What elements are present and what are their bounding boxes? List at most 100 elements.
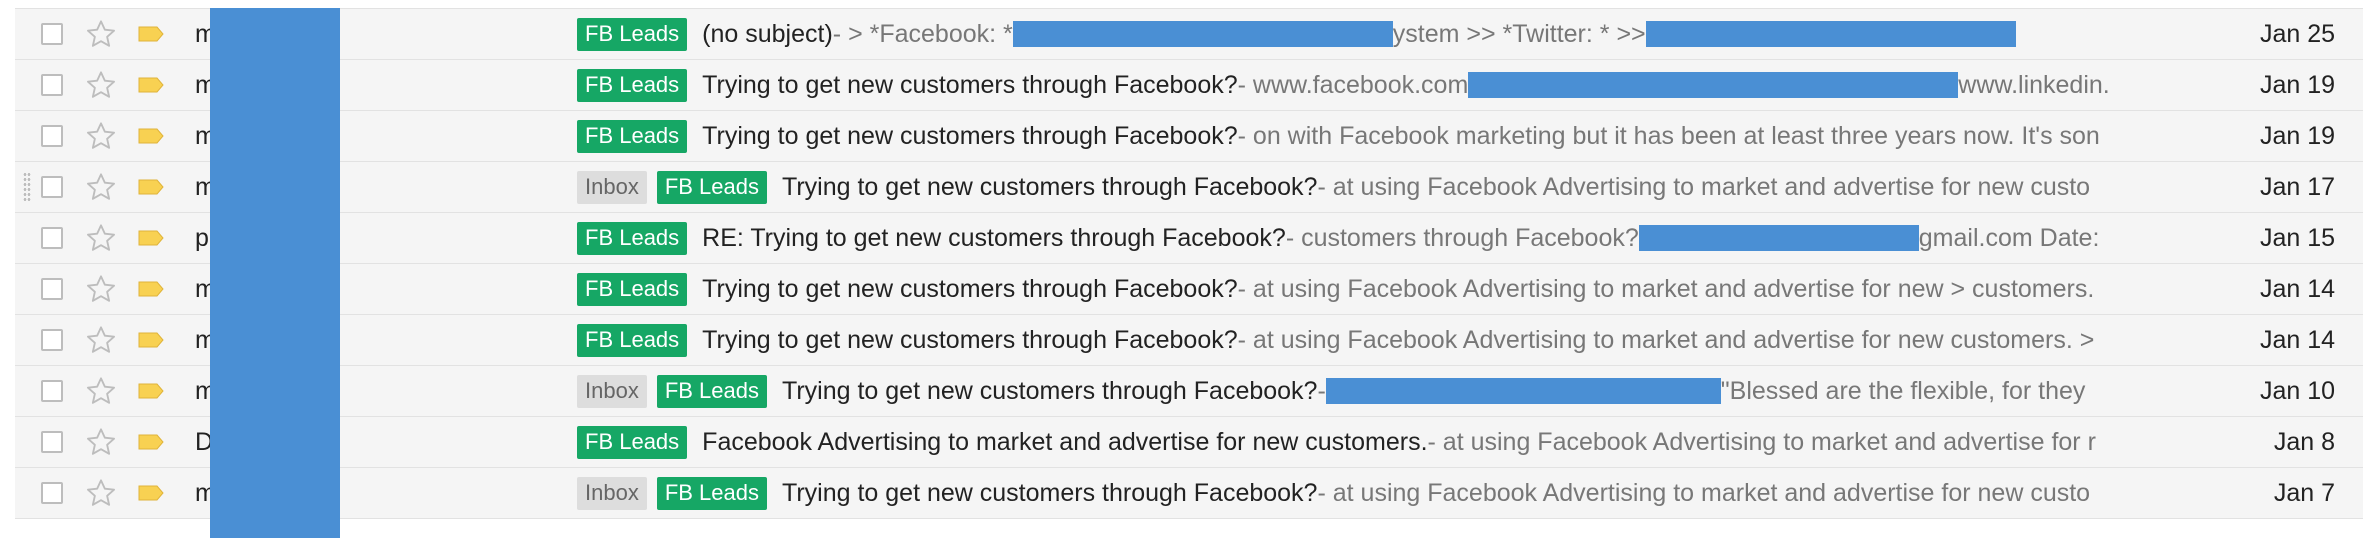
drag-handle (23, 468, 31, 518)
importance-marker-icon (138, 128, 164, 144)
fb-leads-label[interactable]: FB Leads (656, 170, 767, 204)
email-snippet-continued: gmail.com Date: (1918, 223, 2100, 252)
checkbox-icon[interactable] (41, 227, 63, 249)
email-snippet: - at using Facebook Advertising to marke… (1237, 274, 2095, 303)
importance-marker[interactable] (137, 417, 171, 467)
email-snippet: - at using Facebook Advertising to marke… (1237, 325, 2095, 354)
email-snippet: - on with Facebook marketing but it has … (1237, 121, 2100, 150)
sender-redaction (210, 8, 340, 538)
row-checkbox[interactable] (41, 162, 71, 212)
importance-marker[interactable] (137, 60, 171, 110)
importance-marker-icon (138, 485, 164, 501)
subject-line[interactable]: FB Leads Facebook Advertising to market a… (577, 417, 2167, 467)
star-button[interactable] (85, 213, 123, 263)
star-icon (87, 326, 115, 353)
checkbox-icon[interactable] (41, 431, 63, 453)
fb-leads-label[interactable]: FB Leads (577, 323, 688, 357)
fb-leads-label[interactable]: FB Leads (577, 68, 688, 102)
email-subject: Trying to get new customers through Face… (702, 325, 1238, 354)
subject-line[interactable]: Inbox FB Leads Trying to get new customers… (577, 468, 2167, 518)
subject-line[interactable]: Inbox FB Leads Trying to get new customers… (577, 162, 2167, 212)
email-date: Jan 17 (2259, 172, 2335, 201)
star-button[interactable] (85, 111, 123, 161)
email-row[interactable]: p 2)FB LeadsRE: Trying to get new custom… (15, 213, 2363, 264)
redaction-block (1645, 21, 2016, 47)
checkbox-icon[interactable] (41, 125, 63, 147)
subject-line[interactable]: FB Leads (no subject) - > *Facebook: * yst… (577, 9, 2167, 59)
fb-leads-label[interactable]: FB Leads (577, 425, 688, 459)
checkbox-icon[interactable] (41, 23, 63, 45)
star-icon (87, 275, 115, 302)
subject-line[interactable]: Inbox FB Leads Trying to get new customers… (577, 366, 2167, 416)
email-subject: Trying to get new customers through Face… (782, 172, 1318, 201)
email-snippet: - at using Facebook Advertising to marke… (1317, 478, 2091, 507)
importance-marker[interactable] (137, 213, 171, 263)
importance-marker[interactable] (137, 9, 171, 59)
checkbox-icon[interactable] (41, 380, 63, 402)
email-row[interactable]: m a (2)FB LeadsTrying to get new custome… (15, 111, 2363, 162)
email-row[interactable]: D nFB LeadsFacebook Advertising to marke… (15, 417, 2363, 468)
star-button[interactable] (85, 264, 123, 314)
star-button[interactable] (85, 366, 123, 416)
row-checkbox[interactable] (41, 468, 71, 518)
email-subject: Trying to get new customers through Face… (702, 274, 1238, 303)
row-checkbox[interactable] (41, 9, 71, 59)
checkbox-icon[interactable] (41, 278, 63, 300)
row-checkbox[interactable] (41, 111, 71, 161)
star-button[interactable] (85, 60, 123, 110)
email-row[interactable]: m )InboxFB LeadsTrying to get new custom… (15, 162, 2363, 213)
importance-marker[interactable] (137, 366, 171, 416)
checkbox-icon[interactable] (41, 74, 63, 96)
checkbox-icon[interactable] (41, 482, 63, 504)
email-snippet-continued: ystem >> *Twitter: * >> (1392, 19, 1646, 48)
email-row[interactable]: m )FB LeadsTrying to get new customers t… (15, 264, 2363, 315)
star-button[interactable] (85, 162, 123, 212)
subject-line[interactable]: FB Leads Trying to get new customers thro… (577, 60, 2167, 110)
importance-marker-icon (138, 332, 164, 348)
row-checkbox[interactable] (41, 417, 71, 467)
redaction-block (1012, 21, 1393, 47)
email-list: m oFB Leads(no subject) - > *Facebook: *… (15, 8, 2363, 519)
importance-marker[interactable] (137, 111, 171, 161)
fb-leads-label[interactable]: FB Leads (656, 374, 767, 408)
redaction-block (1468, 72, 1959, 98)
importance-marker[interactable] (137, 468, 171, 518)
subject-line[interactable]: FB Leads RE: Trying to get new customers … (577, 213, 2167, 263)
checkbox-icon[interactable] (41, 329, 63, 351)
email-snippet: - at using Facebook Advertising to marke… (1317, 172, 2091, 201)
drag-handle[interactable] (23, 162, 31, 212)
inbox-label[interactable]: Inbox (577, 170, 647, 204)
fb-leads-label[interactable]: FB Leads (577, 272, 688, 306)
inbox-label[interactable]: Inbox (577, 476, 647, 510)
fb-leads-label[interactable]: FB Leads (577, 119, 688, 153)
email-row[interactable]: m oFB Leads(no subject) - > *Facebook: *… (15, 9, 2363, 60)
importance-marker[interactable] (137, 315, 171, 365)
subject-line[interactable]: FB Leads Trying to get new customers thro… (577, 264, 2167, 314)
email-row[interactable]: m an (4)InboxFB LeadsTrying to get new c… (15, 468, 2363, 519)
star-button[interactable] (85, 417, 123, 467)
email-row[interactable]: m (3)FB LeadsTrying to get new customers… (15, 315, 2363, 366)
inbox-label[interactable]: Inbox (577, 374, 647, 408)
row-checkbox[interactable] (41, 315, 71, 365)
subject-line[interactable]: FB Leads Trying to get new customers thro… (577, 315, 2167, 365)
row-checkbox[interactable] (41, 264, 71, 314)
fb-leads-label[interactable]: FB Leads (577, 221, 688, 255)
star-button[interactable] (85, 9, 123, 59)
checkbox-icon[interactable] (41, 176, 63, 198)
star-button[interactable] (85, 468, 123, 518)
row-checkbox[interactable] (41, 60, 71, 110)
fb-leads-label[interactable]: FB Leads (577, 17, 688, 51)
fb-leads-label[interactable]: FB Leads (656, 476, 767, 510)
importance-marker[interactable] (137, 264, 171, 314)
email-row[interactable]: m (3)FB LeadsTrying to get new customers… (15, 60, 2363, 111)
star-icon (87, 71, 115, 98)
email-snippet: - > *Facebook: * (832, 19, 1013, 48)
star-button[interactable] (85, 315, 123, 365)
email-subject: RE: Trying to get new customers through … (702, 223, 1286, 252)
drag-handle (23, 366, 31, 416)
row-checkbox[interactable] (41, 213, 71, 263)
email-row[interactable]: m Inbox FB Leads Trying to get new customer… (15, 366, 2363, 417)
subject-line[interactable]: FB Leads Trying to get new customers thro… (577, 111, 2167, 161)
row-checkbox[interactable] (41, 366, 71, 416)
importance-marker[interactable] (137, 162, 171, 212)
